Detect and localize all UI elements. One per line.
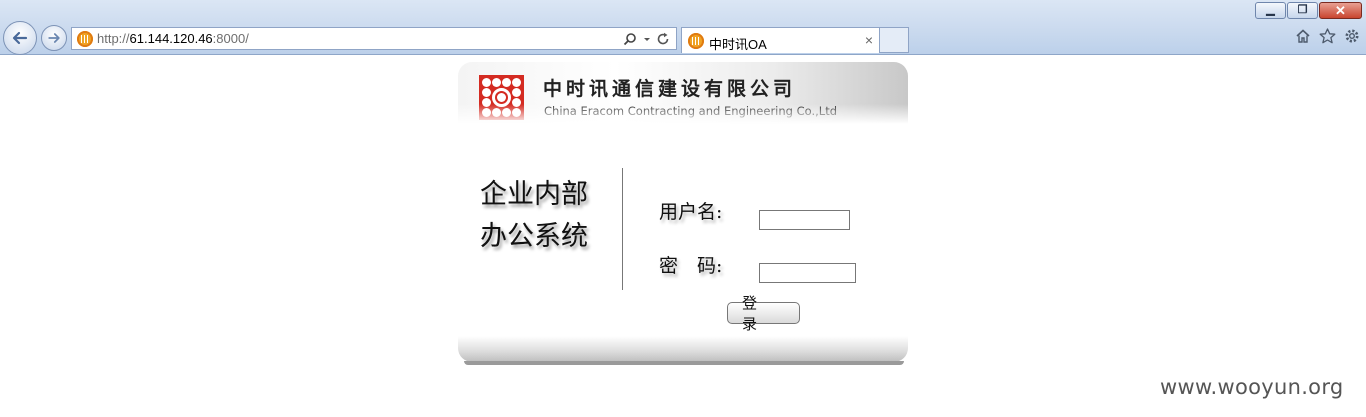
settings-gear-icon[interactable] [1344, 28, 1360, 44]
back-icon [12, 31, 28, 45]
close-window-button[interactable]: ✕ [1319, 2, 1362, 19]
minimize-icon: ▁ [1266, 4, 1275, 16]
close-icon: ✕ [1335, 3, 1346, 18]
address-bar-actions [623, 30, 670, 47]
minimize-button[interactable]: ▁ [1255, 2, 1286, 19]
refresh-icon[interactable] [657, 32, 670, 46]
password-label: 密 码: [659, 255, 723, 277]
address-bar[interactable]: http://61.144.120.46:8000/ [71, 27, 677, 50]
company-logo [479, 75, 524, 120]
login-button[interactable]: 登 录 [727, 294, 800, 333]
favorites-star-icon[interactable] [1319, 28, 1336, 44]
tab-title: 中时讯OA [709, 37, 767, 52]
username-label: 用户名: [659, 201, 723, 223]
tab-active[interactable]: 中时讯OA × [681, 27, 880, 53]
site-favicon-icon [77, 31, 93, 47]
back-button[interactable] [3, 21, 37, 55]
company-header: 中时讯通信建设有限公司 China Eracom Contracting and… [458, 62, 908, 124]
username-input[interactable] [759, 210, 850, 230]
tab-close-icon[interactable]: × [865, 32, 873, 48]
tab-favicon-icon [688, 33, 704, 49]
home-icon[interactable] [1295, 28, 1311, 44]
panel-footer [458, 336, 908, 362]
restore-button[interactable]: ❐ [1287, 2, 1318, 19]
dropdown-icon[interactable] [643, 32, 651, 46]
password-input[interactable] [759, 263, 856, 283]
restore-icon: ❐ [1297, 4, 1308, 16]
system-title: 企业内部 办公系统 [480, 174, 610, 258]
window-controls: ▁ ❐ ✕ [1255, 2, 1362, 19]
panel-bottom-shadow [464, 361, 904, 365]
divider [622, 168, 623, 290]
url-host: 61.144.120.46 [129, 31, 213, 46]
url-scheme: http:// [97, 31, 130, 46]
login-panel: 中时讯通信建设有限公司 China Eracom Contracting and… [458, 62, 908, 362]
browser-toolbar-icons [1295, 28, 1360, 44]
watermark: www.wooyun.org [1160, 375, 1344, 399]
forward-icon [48, 33, 60, 43]
new-tab-button[interactable] [880, 27, 909, 53]
browser-chrome: ▁ ❐ ✕ http://61.144.120.46:8000/ 中时讯OA × [0, 0, 1366, 55]
system-title-line2: 办公系统 [480, 221, 588, 252]
company-name-en: China Eracom Contracting and Engineering… [544, 104, 838, 118]
system-title-line1: 企业内部 [480, 179, 588, 210]
company-name-cn: 中时讯通信建设有限公司 [543, 78, 797, 100]
address-url[interactable]: http://61.144.120.46:8000/ [97, 31, 249, 46]
search-icon[interactable] [623, 32, 637, 46]
url-port: :8000/ [212, 31, 249, 46]
forward-button[interactable] [41, 25, 67, 51]
